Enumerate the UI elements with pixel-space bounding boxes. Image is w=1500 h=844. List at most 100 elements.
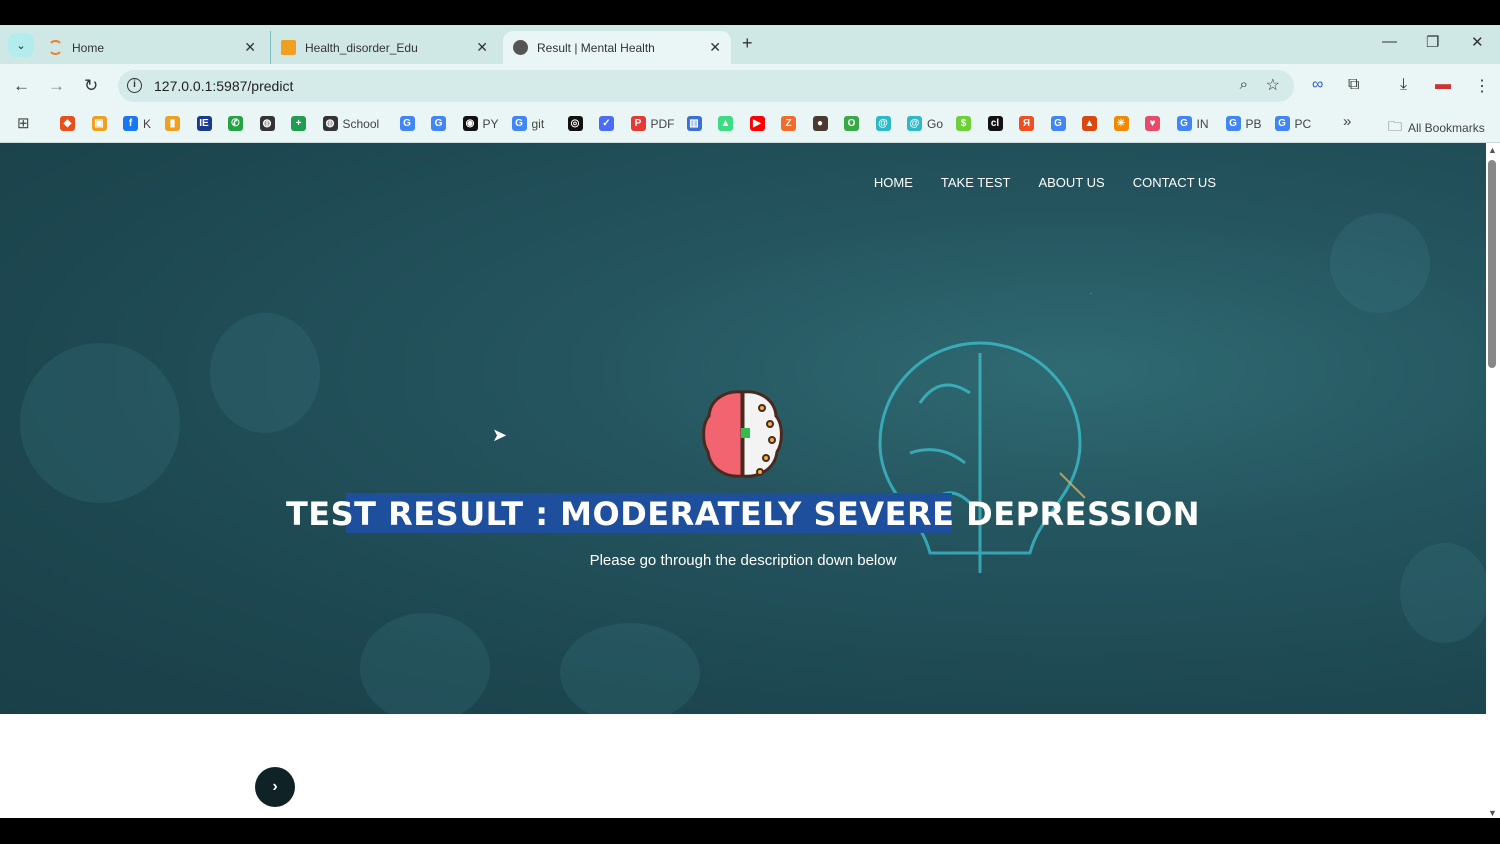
- reload-icon[interactable]: ↻: [84, 76, 98, 96]
- bookmark-label: PDF: [650, 116, 675, 131]
- bookmark-label: git: [531, 116, 545, 131]
- bookmark-item[interactable]: G IN: [1176, 116, 1209, 131]
- bookmark-icon: ▥: [686, 116, 702, 131]
- scrollbar[interactable]: ▲ ▼: [1486, 143, 1500, 818]
- nav-contact-us[interactable]: CONTACT US: [1133, 175, 1216, 190]
- bookmark-item[interactable]: ☀: [1113, 116, 1134, 131]
- bookmark-item[interactable]: ♥: [1145, 116, 1165, 131]
- bookmark-icon: $: [956, 116, 971, 131]
- bookmark-icon: @: [875, 116, 891, 131]
- toolbar: ← → ↻ i 127.0.0.1:5987/predict ⌕ ☆ ∞ ⧉ ⤓…: [0, 64, 1500, 108]
- zoom-icon[interactable]: ⌕: [1240, 76, 1248, 93]
- star-icon[interactable]: ☆: [1266, 75, 1280, 95]
- back-icon[interactable]: ←: [13, 76, 30, 96]
- bookmark-item[interactable]: @: [875, 116, 896, 131]
- bookmark-icon: ▲: [1082, 116, 1097, 131]
- bookmark-item[interactable]: O: [844, 116, 864, 131]
- puzzle-icon[interactable]: ⧉: [1348, 76, 1359, 94]
- tab-search-button[interactable]: ⌄: [8, 33, 34, 57]
- bookmark-item[interactable]: ✆: [228, 116, 248, 131]
- close-icon[interactable]: ✕: [709, 39, 721, 56]
- bookmark-icon: G: [399, 116, 415, 131]
- bookmark-icon: G: [1176, 116, 1192, 131]
- restore-icon[interactable]: ❐: [1426, 33, 1439, 51]
- bookmark-item[interactable]: ◍: [259, 116, 280, 131]
- bookmark-item[interactable]: G PC: [1274, 116, 1312, 131]
- bookmark-label: K: [143, 116, 152, 131]
- bookmark-icon: O: [844, 116, 859, 131]
- brain-icon: [702, 390, 783, 478]
- bookmark-item[interactable]: ▥: [686, 116, 707, 131]
- menu-icon[interactable]: ⋮: [1474, 76, 1490, 96]
- more-bookmarks-button[interactable]: »: [1343, 113, 1351, 130]
- close-icon[interactable]: ✕: [244, 39, 256, 56]
- bookmark-icon: ◉: [462, 116, 478, 131]
- bookmark-icon: ◎: [567, 116, 583, 131]
- scroll-down-icon[interactable]: ▼: [1488, 808, 1497, 818]
- bookmark-item[interactable]: ▲: [1082, 116, 1102, 131]
- result-title: TEST RESULT : MODERATELY SEVERE DEPRESSI…: [285, 495, 1201, 533]
- lightbulb-illustration: [860, 293, 1092, 573]
- nav-about-us[interactable]: ABOUT US: [1038, 175, 1104, 190]
- url-text[interactable]: 127.0.0.1:5987/predict: [154, 78, 293, 94]
- bookmark-item[interactable]: +: [291, 116, 311, 131]
- bookmark-icon: Z: [781, 116, 796, 131]
- nav-home[interactable]: HOME: [874, 175, 913, 190]
- bookmark-item[interactable]: IE: [196, 116, 217, 131]
- bookmark-item[interactable]: ◍ School: [322, 116, 379, 131]
- bookmark-item[interactable]: $: [956, 116, 976, 131]
- description-section: ›: [0, 714, 1486, 818]
- bookmark-label: PC: [1294, 116, 1312, 131]
- bookmark-item[interactable]: ✓: [599, 116, 619, 131]
- tab-home[interactable]: Home ✕: [38, 31, 266, 64]
- bookmark-item[interactable]: G: [1050, 116, 1071, 131]
- bookmark-item[interactable]: @ Go: [907, 116, 943, 131]
- bookmark-item[interactable]: ▮: [165, 116, 185, 131]
- bookmark-icon: ▣: [91, 116, 107, 131]
- bookmark-item[interactable]: ▣: [91, 116, 112, 131]
- new-tab-button[interactable]: +: [742, 33, 753, 54]
- bookmark-icon: ♥: [1145, 116, 1160, 131]
- mouse-cursor-icon: ➤: [492, 425, 508, 445]
- tab-health-disorder[interactable]: Health_disorder_Edu ✕: [270, 31, 498, 64]
- bookmark-item[interactable]: Ggit: [511, 116, 545, 131]
- extension-icon[interactable]: ∞: [1312, 76, 1323, 94]
- bookmark-item[interactable]: cl: [987, 116, 1008, 131]
- bookmark-icon: G: [1274, 116, 1290, 131]
- scroll-up-icon[interactable]: ▲: [1488, 145, 1497, 155]
- tab-title: Result | Mental Health: [537, 40, 655, 55]
- bookmark-item[interactable]: ◎: [567, 116, 588, 131]
- bookmark-icon: ▮: [165, 116, 180, 131]
- screen-top-bar: [0, 0, 1500, 25]
- forward-icon[interactable]: →: [48, 76, 65, 96]
- result-subtitle: Please go through the description down b…: [589, 552, 897, 569]
- download-icon[interactable]: ⤓: [1400, 76, 1407, 94]
- bookmark-item[interactable]: fK: [123, 116, 151, 131]
- close-window-icon[interactable]: ✕: [1471, 33, 1484, 51]
- bookmark-item[interactable]: ●: [812, 116, 833, 131]
- site-info-icon[interactable]: i: [127, 78, 142, 93]
- apps-icon[interactable]: ⊞: [17, 114, 30, 132]
- bookmark-item[interactable]: P PDF: [630, 116, 675, 131]
- profile-icon[interactable]: ▬: [1435, 76, 1451, 94]
- tab-result[interactable]: Result | Mental Health ✕: [503, 31, 731, 64]
- bookmark-label: PY: [482, 116, 499, 131]
- bookmark-item[interactable]: ◆: [60, 116, 80, 131]
- nav-take-test[interactable]: TAKE TEST: [941, 175, 1011, 190]
- bookmark-item[interactable]: G: [431, 116, 451, 131]
- address-bar[interactable]: i 127.0.0.1:5987/predict ⌕ ☆: [118, 70, 1294, 102]
- next-button[interactable]: ›: [255, 767, 295, 807]
- scrollbar-thumb[interactable]: [1488, 160, 1496, 368]
- close-icon[interactable]: ✕: [476, 39, 488, 56]
- bookmark-icon: ▲: [718, 116, 733, 131]
- bookmark-item[interactable]: G: [399, 116, 420, 131]
- minimize-icon[interactable]: —: [1382, 33, 1397, 50]
- bookmark-item[interactable]: Z: [781, 116, 801, 131]
- bookmark-item[interactable]: ▶: [749, 116, 770, 131]
- bookmark-item[interactable]: Я: [1019, 116, 1039, 131]
- bookmark-item[interactable]: G PB: [1225, 116, 1262, 131]
- main-nav: HOME TAKE TEST ABOUT US CONTACT US: [874, 175, 1216, 190]
- bookmark-item[interactable]: ◉ PY: [462, 116, 499, 131]
- all-bookmarks-button[interactable]: 🗀 All Bookmarks: [1388, 116, 1485, 140]
- bookmark-item[interactable]: ▲: [718, 116, 738, 131]
